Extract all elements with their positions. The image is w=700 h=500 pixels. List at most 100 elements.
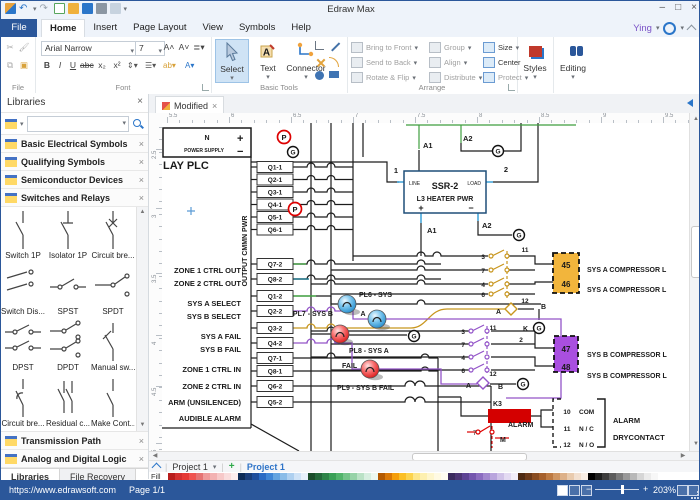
library-chooser-dropdown-icon[interactable]: ▾ — [20, 120, 24, 128]
scroll-left-icon[interactable]: ◀ — [150, 452, 160, 460]
tab-view[interactable]: View — [195, 19, 231, 37]
fill-swatch[interactable] — [266, 473, 273, 480]
drawing-canvas[interactable]: N POWER SUPPLY + − LAY PLC OUTPUT CMMN P… — [162, 123, 689, 451]
fill-swatch[interactable] — [392, 473, 399, 480]
fill-swatch[interactable] — [455, 473, 462, 480]
text-tool-button[interactable]: A Text▾ — [253, 39, 283, 81]
fill-swatch[interactable] — [231, 473, 238, 480]
fill-swatch[interactable] — [287, 473, 294, 480]
symbol-grid-scrollbar[interactable]: ▲▼ — [136, 207, 148, 431]
copy-icon[interactable]: ⧉ — [4, 59, 16, 72]
fill-swatch[interactable] — [252, 473, 259, 480]
fill-swatch[interactable] — [434, 473, 441, 480]
io-label-zone-2-ctrl-in[interactable]: ZONE 2 CTRL IN — [182, 382, 241, 391]
fill-swatch[interactable] — [588, 473, 595, 480]
collapse-panel-icon[interactable] — [687, 99, 693, 107]
fill-swatch[interactable] — [238, 473, 245, 480]
page-view-icon[interactable] — [569, 485, 580, 496]
rectangle-tool-icon[interactable] — [329, 71, 339, 78]
search-icon[interactable] — [132, 118, 144, 130]
fill-swatch[interactable] — [322, 473, 329, 480]
fill-swatch[interactable] — [371, 473, 378, 480]
bold-button[interactable]: B — [41, 59, 53, 72]
fill-swatch[interactable] — [476, 473, 483, 480]
zoom-in-icon[interactable]: + — [643, 484, 648, 494]
fill-swatch[interactable] — [609, 473, 616, 480]
active-page-link[interactable]: Project 1 — [247, 462, 285, 472]
library-close-icon[interactable]: × — [139, 175, 144, 185]
tab-file[interactable]: File — [1, 19, 37, 37]
fill-swatch[interactable] — [406, 473, 413, 480]
fill-swatch[interactable] — [602, 473, 609, 480]
fill-swatch[interactable] — [182, 473, 189, 480]
symbol-switch-dis-[interactable]: Switch Dis... — [1, 263, 45, 319]
pilot-lamp-blue[interactable] — [368, 310, 390, 330]
fill-swatch[interactable] — [637, 473, 644, 480]
arrange-group[interactable]: Group▾ — [429, 41, 471, 54]
fill-swatch[interactable] — [420, 473, 427, 480]
io-label-sys-a-select[interactable]: SYS A SELECT — [187, 299, 241, 308]
decrease-font-icon[interactable]: A˅ — [178, 41, 190, 54]
zoom-slider[interactable] — [595, 489, 639, 490]
arc-tool-icon[interactable] — [329, 57, 339, 67]
fill-swatch[interactable] — [329, 473, 336, 480]
symbol-isolator-1p[interactable]: Isolator 1P — [46, 207, 90, 263]
library-close-icon[interactable]: × — [139, 193, 144, 203]
fill-swatch[interactable] — [259, 473, 266, 480]
symbol-manual-sw-[interactable]: Manual sw... — [91, 319, 135, 375]
fill-swatch[interactable] — [651, 473, 658, 480]
fill-swatch[interactable] — [175, 473, 182, 480]
scroll-down-icon[interactable]: ▼ — [691, 439, 700, 450]
fill-swatch[interactable] — [546, 473, 553, 480]
library-search-input[interactable]: ▾ — [27, 116, 129, 132]
fill-swatch[interactable] — [378, 473, 385, 480]
font-family-combo[interactable]: Arial Narrow▾ — [41, 41, 137, 56]
maximize-button[interactable]: □ — [675, 2, 681, 13]
superscript-button[interactable]: x² — [111, 59, 123, 72]
fill-swatch[interactable] — [469, 473, 476, 480]
tab-symbols[interactable]: Symbols — [231, 19, 283, 37]
symbol-dpdt[interactable]: DPDT — [46, 319, 90, 375]
library-close-icon[interactable]: × — [139, 454, 144, 464]
paste-icon[interactable]: ▣ — [18, 59, 30, 72]
library-item[interactable]: Qualifying Symbols× — [1, 153, 148, 171]
arrange-bring-to-front[interactable]: Bring to Front▾ — [351, 41, 418, 54]
vertical-scrollbar[interactable]: ▲ ▼ — [689, 113, 700, 451]
fill-swatch[interactable] — [245, 473, 252, 480]
fill-swatch[interactable] — [399, 473, 406, 480]
ground-symbol[interactable]: G — [534, 323, 545, 334]
sys-b-selector-contact[interactable] — [477, 377, 489, 389]
symbol-circuit-bre-[interactable]: Circuit bre... — [91, 207, 135, 263]
fill-swatch[interactable] — [357, 473, 364, 480]
fill-swatch[interactable] — [385, 473, 392, 480]
normal-view-icon[interactable] — [557, 485, 568, 496]
font-dialog-launcher-icon[interactable] — [202, 84, 209, 91]
account-name[interactable]: Ying — [633, 23, 652, 34]
plc-io-labels[interactable]: ZONE 1 CTRL OUTZONE 2 CTRL OUTSYS A SELE… — [168, 266, 241, 423]
bullet-list-icon[interactable]: ☰▾ — [145, 59, 161, 72]
tab-page-layout[interactable]: Page Layout — [125, 19, 194, 37]
collapse-ribbon-icon[interactable] — [687, 25, 697, 35]
fill-swatch[interactable] — [196, 473, 203, 480]
gear-icon[interactable] — [663, 22, 676, 35]
ground-symbol[interactable]: G — [288, 147, 299, 158]
symbol-switch-1p[interactable]: Switch 1P — [1, 207, 45, 263]
font-size-combo[interactable]: 7▾ — [135, 41, 165, 56]
fill-swatch[interactable] — [504, 473, 511, 480]
fill-swatch[interactable] — [203, 473, 210, 480]
fill-swatch[interactable] — [630, 473, 637, 480]
arrange-align[interactable]: Align▾ — [429, 56, 467, 69]
fill-swatch[interactable] — [490, 473, 497, 480]
italic-button[interactable]: I — [54, 59, 66, 72]
ground-symbol[interactable]: G — [493, 146, 504, 157]
symbol-residual-c-[interactable]: Residual c... — [46, 375, 90, 431]
arrange-size[interactable]: Size▾ — [483, 41, 519, 54]
minimize-button[interactable]: – — [660, 2, 666, 13]
fill-swatch[interactable] — [273, 473, 280, 480]
fill-swatch[interactable] — [623, 473, 630, 480]
status-url[interactable]: https://www.edrawsoft.com — [9, 485, 116, 495]
scroll-up-icon[interactable]: ▲ — [691, 114, 700, 125]
io-label-zone-2-ctrl-out[interactable]: ZONE 2 CTRL OUT — [174, 279, 241, 288]
document-tab-close-icon[interactable]: × — [212, 101, 217, 111]
fill-swatch[interactable] — [168, 473, 175, 480]
